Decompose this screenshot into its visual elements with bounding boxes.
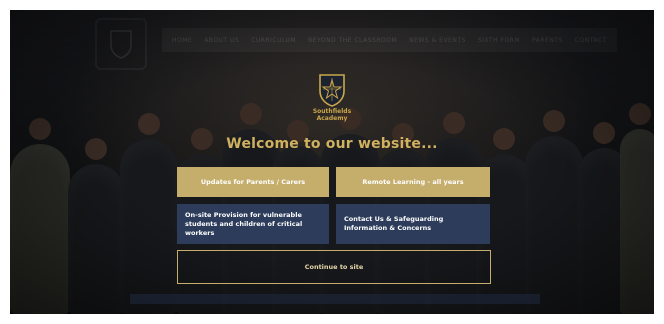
continue-to-site-button[interactable]: Continue to site (177, 250, 491, 284)
welcome-heading: Welcome to our website... (226, 136, 438, 152)
nav-item-parents[interactable]: PARENTS (532, 37, 563, 44)
nav-item-curriculum[interactable]: CURRICULUM (251, 37, 296, 44)
school-name-line2: Academy (316, 115, 348, 122)
school-name-line1: Southfields (312, 108, 352, 115)
updates-parents-carers-button[interactable]: Updates for Parents / Carers (177, 167, 329, 197)
nav-item-home[interactable]: HOME (172, 37, 192, 44)
onsite-provision-button[interactable]: On-site Provision for vulnerable student… (177, 204, 329, 244)
nav-item-contact[interactable]: CONTACT (575, 37, 607, 44)
site-logo[interactable] (95, 18, 147, 70)
nav-item-beyond-the-classroom[interactable]: BEYOND THE CLASSROOM (308, 37, 397, 44)
nav-item-about-us[interactable]: ABOUT US (204, 37, 239, 44)
site-header: HOME ABOUT US CURRICULUM BEYOND THE CLAS… (10, 10, 654, 70)
nav-item-news-events[interactable]: NEWS & EVENTS (409, 37, 466, 44)
contact-safeguarding-button[interactable]: Contact Us & Safeguarding Information & … (336, 204, 490, 244)
main-nav: HOME ABOUT US CURRICULUM BEYOND THE CLAS… (162, 28, 617, 52)
nav-item-sixth-form[interactable]: SIXTH FORM (478, 37, 520, 44)
school-name: Southfields Academy (300, 108, 364, 122)
remote-learning-button[interactable]: Remote Learning - all years (336, 167, 490, 197)
bottom-strip (130, 294, 540, 304)
crest-icon (110, 30, 132, 59)
school-crest-icon (319, 74, 345, 107)
